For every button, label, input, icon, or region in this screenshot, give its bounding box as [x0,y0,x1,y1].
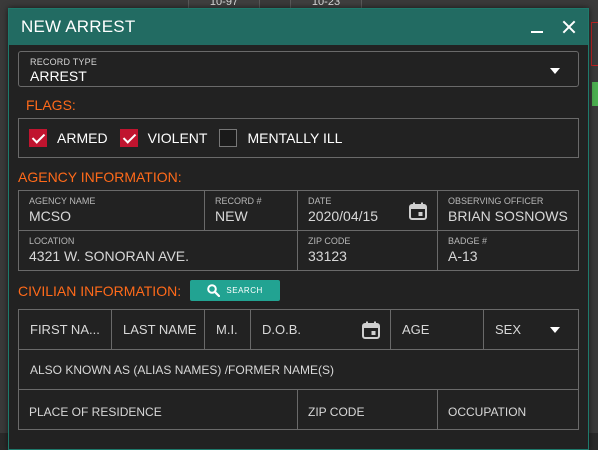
age-placeholder: AGE [402,322,430,337]
sex-select[interactable]: SEX [484,310,578,349]
modal-titlebar[interactable]: NEW ARREST [9,9,588,45]
zip-code-value: 33123 [308,248,347,264]
alias-placeholder: ALSO KNOWN AS (ALIAS NAMES) /FORMER NAME… [30,362,335,377]
flags-box: ARMED VIOLENT MENTALLY ILL [18,118,579,158]
occupation-label: OCCUPATION [448,405,527,419]
agency-name-field[interactable]: AGENCY NAME MCSO [19,191,205,230]
civilian-search-button[interactable]: SEARCH [190,280,281,301]
observing-officer-field[interactable]: OBSERVING OFFICER BRIAN SOSNOWS [438,191,578,230]
badge-label: BADGE # [448,236,488,246]
chip-label: 10-23 [311,0,341,8]
location-value: 4321 W. SONORAN AVE. [29,248,190,264]
chip-label: 10-97 [209,0,239,8]
last-name-field[interactable]: LAST NAME [112,310,205,349]
last-name-placeholder: LAST NAME [123,322,197,337]
agency-name-value: MCSO [29,208,71,224]
chevron-down-icon [550,68,560,74]
date-field[interactable]: DATE 2020/04/15 [298,191,438,230]
place-of-residence-field[interactable]: PLACE OF RESIDENCE [19,390,298,429]
armed-label: ARMED [57,130,108,146]
record-number-value: NEW [215,208,248,224]
agency-info-title: AGENCY INFORMATION: [18,169,182,185]
modal-title: NEW ARREST [21,17,136,36]
record-number-field[interactable]: RECORD # NEW [205,191,298,230]
search-button-label: SEARCH [226,286,263,295]
zip-code-label: ZIP CODE [308,236,351,246]
background-red-box [591,22,598,66]
zip-code-field[interactable]: ZIP CODE 33123 [298,231,438,270]
badge-field[interactable]: BADGE # A-13 [438,231,578,270]
armed-checkbox[interactable] [29,129,47,147]
search-icon [207,284,221,297]
badge-value: A-13 [448,248,478,264]
record-type-value: ARREST [30,68,87,84]
first-name-placeholder: FIRST NA... [30,322,100,337]
first-name-field[interactable]: FIRST NA... [19,310,112,349]
calendar-icon[interactable] [409,202,427,220]
record-type-select[interactable]: RECORD TYPE ARREST [18,51,579,87]
sex-placeholder: SEX [495,322,522,337]
violent-label: VIOLENT [147,130,208,146]
mi-field[interactable]: M.I. [205,310,251,349]
civilian-info-grid: FIRST NA... LAST NAME M.I. D.O.B. AGE SE… [18,309,579,430]
agency-info-grid: AGENCY NAME MCSO RECORD # NEW DATE 2020/… [18,190,579,271]
civilian-info-title: CIVILIAN INFORMATION: [18,282,182,299]
calendar-icon[interactable] [362,321,380,339]
violent-checkbox[interactable] [119,129,138,147]
occupation-field[interactable]: OCCUPATION [438,390,578,429]
flag-mentally-ill[interactable]: MENTALLY ILL [219,129,342,147]
civilian-zip-code-label: ZIP CODE [308,405,365,419]
dob-placeholder: D.O.B. [262,322,302,337]
dob-field[interactable]: D.O.B. [251,310,391,349]
mentally-ill-checkbox[interactable] [219,129,238,147]
civilian-zip-code-field[interactable]: ZIP CODE [298,390,438,429]
flags-title: FLAGS: [26,97,76,113]
new-arrest-modal: NEW ARREST RECORD TYPE ARREST FLAGS: ARM… [8,8,589,450]
location-field[interactable]: LOCATION 4321 W. SONORAN AVE. [19,231,298,270]
minimize-icon[interactable] [528,18,546,36]
close-icon[interactable] [560,18,578,36]
location-label: LOCATION [29,236,75,246]
agency-name-label: AGENCY NAME [29,196,96,206]
mi-placeholder: M.I. [216,322,238,337]
record-number-label: RECORD # [215,196,262,206]
flag-violent[interactable]: VIOLENT [119,129,208,147]
observing-officer-label: OBSERVING OFFICER [448,196,544,206]
chevron-down-icon [550,327,560,333]
alias-names-field[interactable]: ALSO KNOWN AS (ALIAS NAMES) /FORMER NAME… [19,350,578,390]
background-green-button[interactable] [592,82,598,106]
age-field[interactable]: AGE [391,310,484,349]
mentally-ill-label: MENTALLY ILL [247,130,343,146]
record-type-label: RECORD TYPE [30,57,98,67]
place-of-residence-label: PLACE OF RESIDENCE [29,405,162,419]
flag-armed[interactable]: ARMED [29,129,108,147]
observing-officer-value: BRIAN SOSNOWS [448,208,568,224]
